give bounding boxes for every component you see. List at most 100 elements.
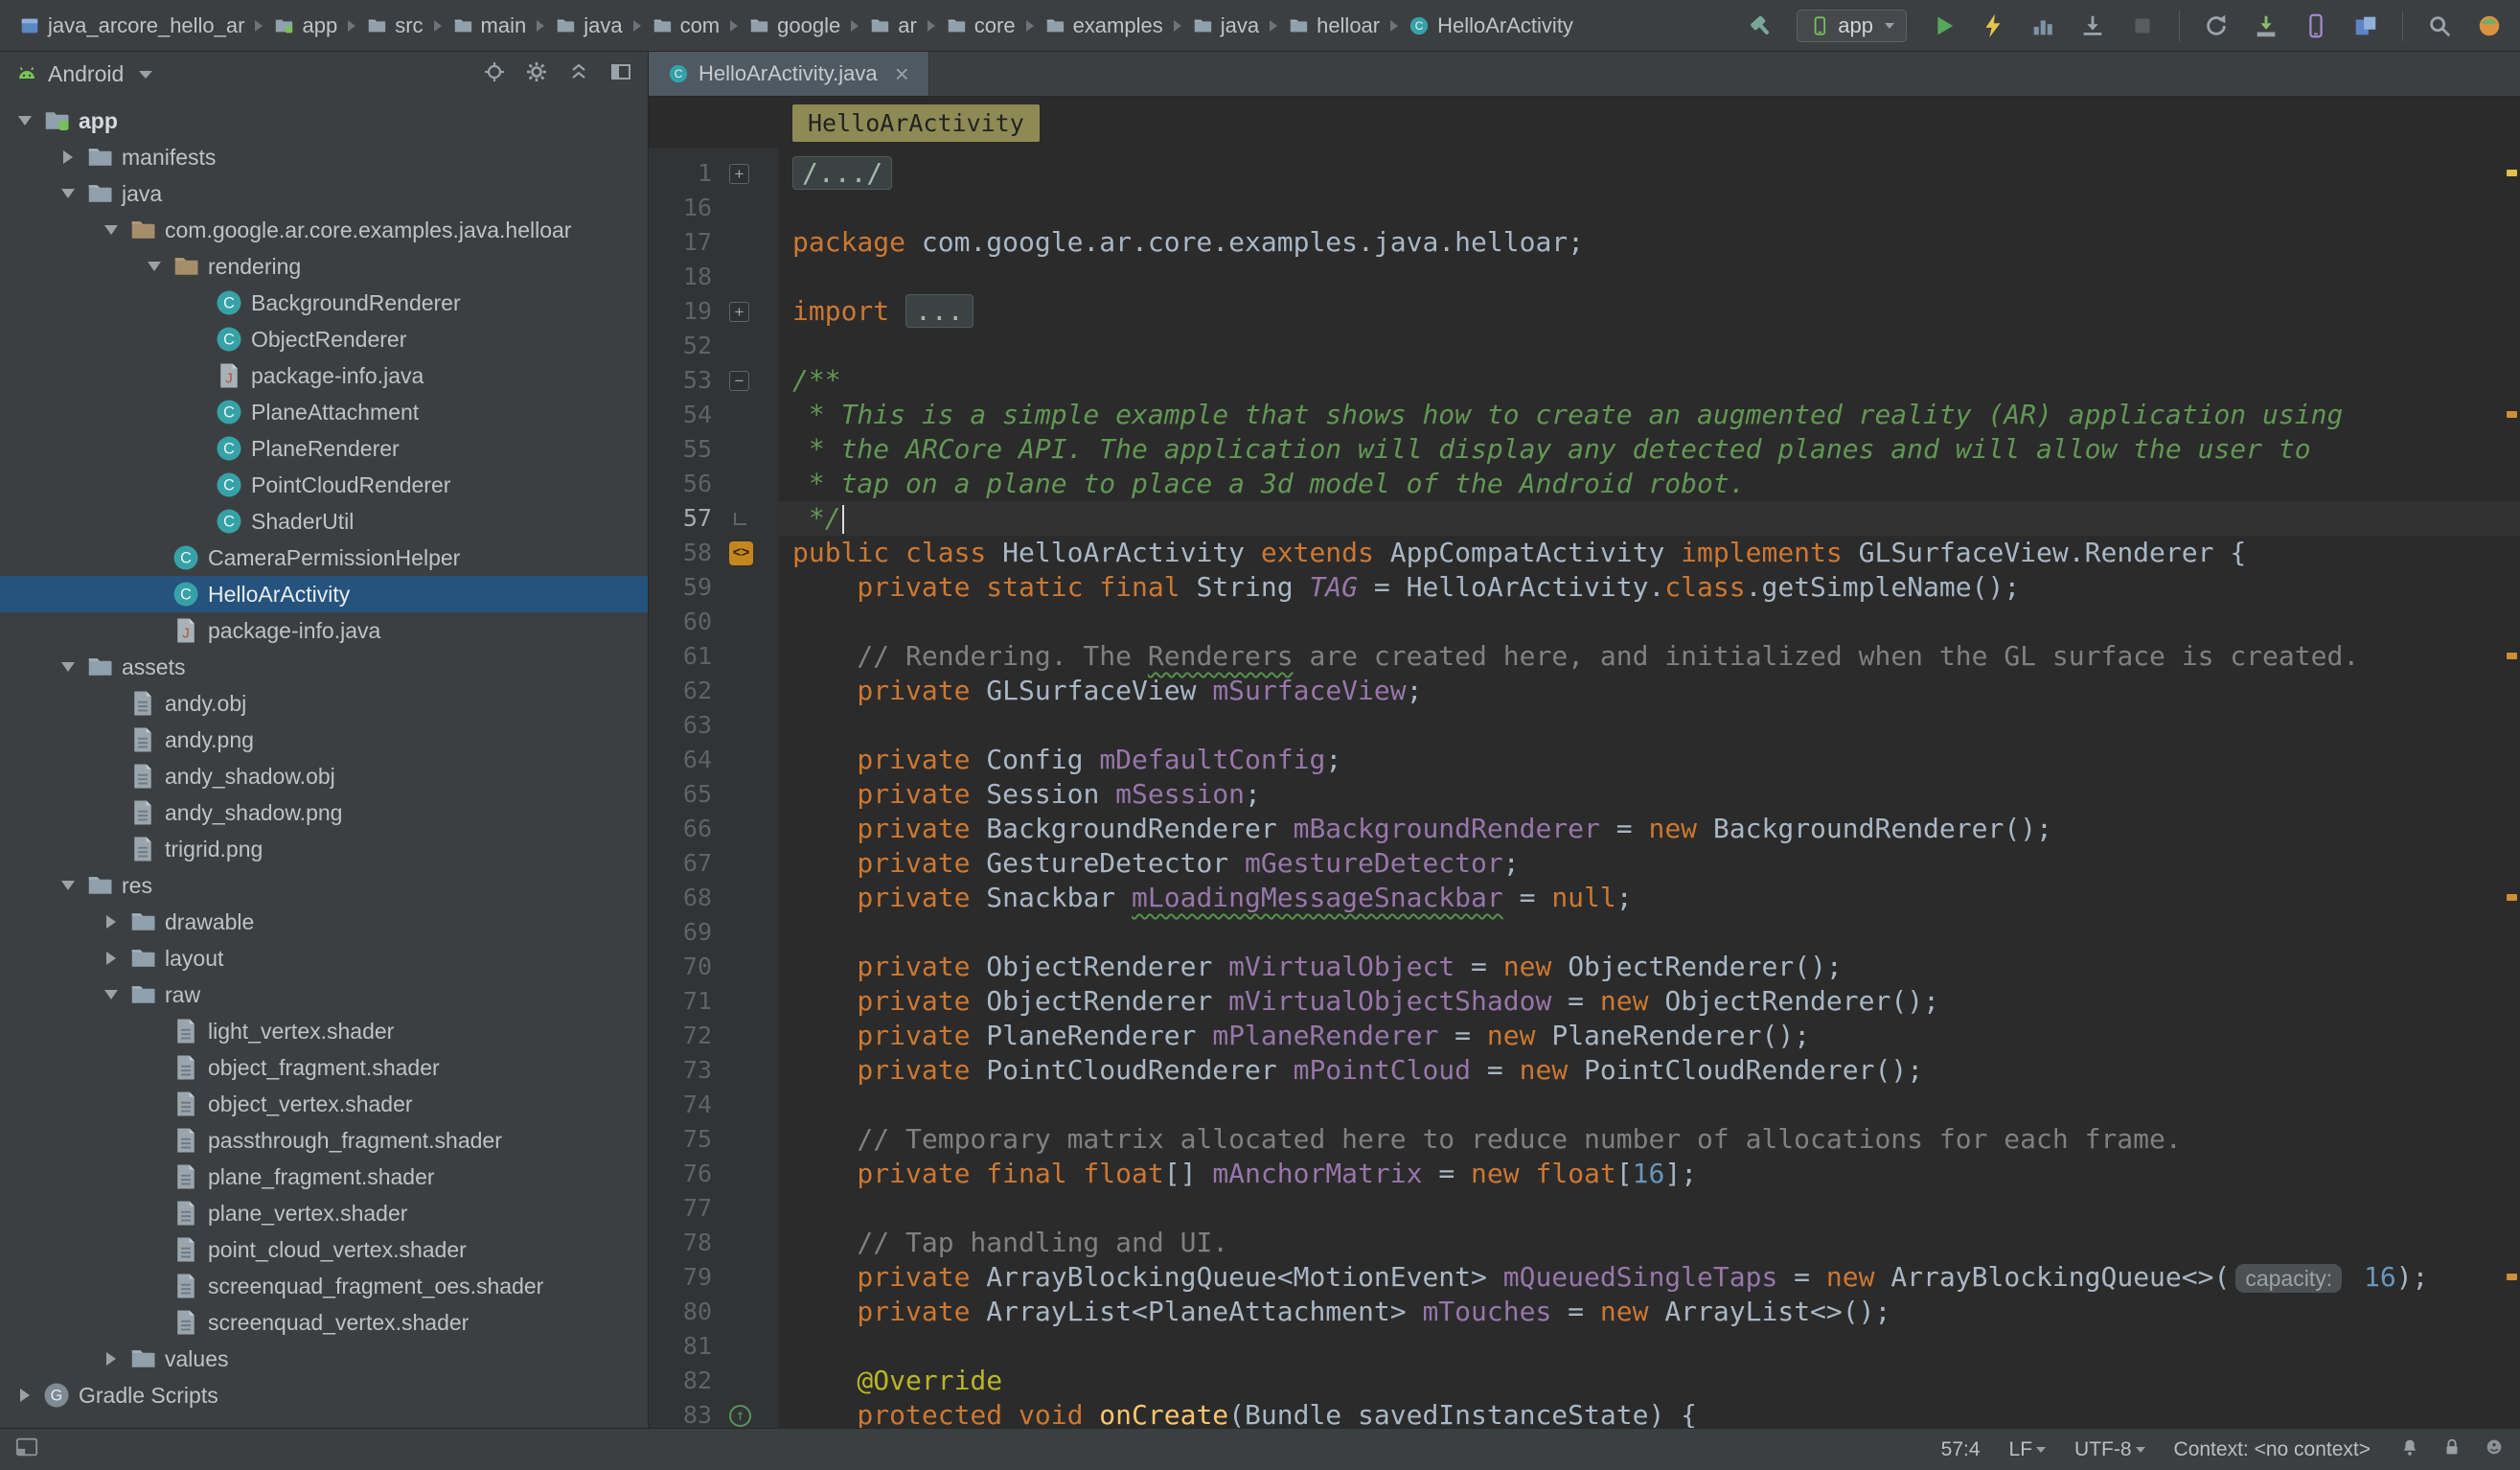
breadcrumb-item-com[interactable]: com [650, 11, 722, 40]
tree-item-plane-vertex-shader[interactable]: plane_vertex.shader [0, 1195, 648, 1231]
tree-item-planerenderer[interactable]: CPlaneRenderer [0, 430, 648, 467]
tree-item-com-google-ar-core-examples-java-helloar[interactable]: com.google.ar.core.examples.java.helloar [0, 212, 648, 248]
line-number[interactable]: 55 [649, 432, 722, 467]
tree-item-package-info-java[interactable]: Jpackage-info.java [0, 357, 648, 394]
line-number[interactable]: 75 [649, 1122, 722, 1157]
tree-item-screenquad-fragment-oes-shader[interactable]: screenquad_fragment_oes.shader [0, 1268, 648, 1304]
line-number[interactable]: 68 [649, 881, 722, 915]
line-number[interactable]: 83 [649, 1398, 722, 1428]
stripe-warning-mark[interactable] [2507, 894, 2517, 901]
chevron-down-icon[interactable] [94, 990, 128, 999]
search-icon[interactable] [2426, 12, 2453, 39]
breadcrumb-item-src[interactable]: src [364, 11, 424, 40]
line-number[interactable]: 1 [649, 156, 722, 191]
chevron-down-icon[interactable] [137, 262, 172, 271]
code-line-61[interactable]: 61 // Rendering. The Renderers are creat… [649, 639, 2520, 674]
line-number[interactable]: 82 [649, 1364, 722, 1398]
editor-tab-helloaractivity[interactable]: C HelloArActivity.java × [649, 52, 929, 96]
settings-gear-icon[interactable] [525, 60, 548, 88]
error-stripe[interactable] [2503, 149, 2520, 1428]
tree-item-camerapermissionhelper[interactable]: CCameraPermissionHelper [0, 540, 648, 576]
breadcrumb-class-chip[interactable]: HelloArActivity [792, 104, 1040, 142]
tree-item-objectrenderer[interactable]: CObjectRenderer [0, 321, 648, 357]
line-number[interactable]: 72 [649, 1019, 722, 1053]
tree-item-point-cloud-vertex-shader[interactable]: point_cloud_vertex.shader [0, 1231, 648, 1268]
line-number[interactable]: 79 [649, 1260, 722, 1295]
fold-expand-icon[interactable]: + [729, 302, 749, 322]
tree-item-backgroundrenderer[interactable]: CBackgroundRenderer [0, 285, 648, 321]
stripe-warning-mark[interactable] [2507, 411, 2517, 418]
tree-item-andy-shadow-obj[interactable]: andy_shadow.obj [0, 758, 648, 794]
chevron-right-icon[interactable] [94, 915, 128, 929]
tree-item-drawable[interactable]: drawable [0, 904, 648, 940]
code-line-17[interactable]: 17package com.google.ar.core.examples.ja… [649, 225, 2520, 260]
code-line-62[interactable]: 62 private GLSurfaceView mSurfaceView; [649, 674, 2520, 708]
tree-item-java[interactable]: java [0, 175, 648, 212]
tree-item-manifests[interactable]: manifests [0, 139, 648, 175]
breadcrumb-item-google[interactable]: google [746, 11, 842, 40]
chevron-right-icon[interactable] [51, 150, 85, 164]
code-line-63[interactable]: 63 [649, 708, 2520, 743]
tree-item-trigrid-png[interactable]: trigrid.png [0, 831, 648, 867]
line-number[interactable]: 74 [649, 1088, 722, 1122]
line-number[interactable]: 64 [649, 743, 722, 777]
breadcrumb-item-app[interactable]: app [271, 11, 339, 40]
code-line-82[interactable]: 82 @Override [649, 1364, 2520, 1398]
code-line-79[interactable]: 79 private ArrayBlockingQueue<MotionEven… [649, 1260, 2520, 1295]
project-view-selector[interactable]: Android [15, 61, 152, 87]
tree-item-package-info-java[interactable]: Jpackage-info.java [0, 612, 648, 649]
chevron-right-icon[interactable] [94, 952, 128, 965]
code-line-71[interactable]: 71 private ObjectRenderer mVirtualObject… [649, 984, 2520, 1019]
code-line-74[interactable]: 74 [649, 1088, 2520, 1122]
line-number[interactable]: 69 [649, 915, 722, 950]
code-line-72[interactable]: 72 private PlaneRenderer mPlaneRenderer … [649, 1019, 2520, 1053]
tree-item-helloaractivity[interactable]: CHelloArActivity [0, 576, 648, 612]
inspections-icon[interactable] [2484, 1436, 2505, 1463]
breadcrumb-item-java-arcore-hello-ar[interactable]: java_arcore_hello_ar [17, 11, 246, 40]
line-number[interactable]: 81 [649, 1329, 722, 1364]
line-number[interactable]: 56 [649, 467, 722, 501]
line-separator-widget[interactable]: LF [2009, 1438, 2047, 1461]
line-number[interactable]: 80 [649, 1295, 722, 1329]
line-number[interactable]: 54 [649, 398, 722, 432]
collapse-all-icon[interactable] [567, 60, 590, 88]
line-number[interactable]: 57 [649, 501, 722, 536]
line-number[interactable]: 63 [649, 708, 722, 743]
override-method-icon[interactable]: ↑ [729, 1405, 751, 1427]
fold-collapse-icon[interactable]: − [729, 371, 749, 391]
line-number[interactable]: 18 [649, 260, 722, 294]
hide-panel-icon[interactable] [609, 60, 632, 88]
code-editor[interactable]: 1+/.../1617package com.google.ar.core.ex… [649, 149, 2520, 1428]
tree-item-raw[interactable]: raw [0, 976, 648, 1013]
code-line-67[interactable]: 67 private GestureDetector mGestureDetec… [649, 846, 2520, 881]
line-number[interactable]: 70 [649, 950, 722, 984]
line-number[interactable]: 16 [649, 191, 722, 225]
code-line-80[interactable]: 80 private ArrayList<PlaneAttachment> mT… [649, 1295, 2520, 1329]
code-line-68[interactable]: 68 private Snackbar mLoadingMessageSnack… [649, 881, 2520, 915]
code-line-70[interactable]: 70 private ObjectRenderer mVirtualObject… [649, 950, 2520, 984]
assistant-icon[interactable] [2476, 12, 2503, 39]
context-widget[interactable]: Context: <no context> [2174, 1438, 2371, 1461]
line-number[interactable]: 67 [649, 846, 722, 881]
tree-item-rendering[interactable]: rendering [0, 248, 648, 285]
fold-expand-icon[interactable]: + [729, 164, 749, 184]
line-number[interactable]: 62 [649, 674, 722, 708]
breadcrumb-item-helloaractivity[interactable]: CHelloArActivity [1407, 11, 1575, 40]
layout-inspector-icon[interactable] [2352, 12, 2379, 39]
code-line-81[interactable]: 81 [649, 1329, 2520, 1364]
sdk-manager-icon[interactable] [2253, 12, 2279, 39]
code-line-59[interactable]: 59 private static final String TAG = Hel… [649, 570, 2520, 605]
related-symbol-gutter-icon[interactable]: <> [729, 541, 753, 565]
line-number[interactable]: 19 [649, 294, 722, 329]
chevron-down-icon[interactable] [51, 881, 85, 890]
tree-item-object-vertex-shader[interactable]: object_vertex.shader [0, 1086, 648, 1122]
code-line-19[interactable]: 19+import ... [649, 294, 2520, 329]
toolwindow-switcher-icon[interactable] [15, 1436, 38, 1464]
stripe-warning-mark[interactable] [2507, 653, 2517, 659]
code-line-55[interactable]: 55 * the ARCore API. The application wil… [649, 432, 2520, 467]
encoding-widget[interactable]: UTF-8 [2074, 1438, 2145, 1461]
chevron-down-icon[interactable] [51, 662, 85, 672]
code-line-57[interactable]: 57 */ [649, 501, 2520, 536]
code-line-18[interactable]: 18 [649, 260, 2520, 294]
code-line-73[interactable]: 73 private PointCloudRenderer mPointClou… [649, 1053, 2520, 1088]
